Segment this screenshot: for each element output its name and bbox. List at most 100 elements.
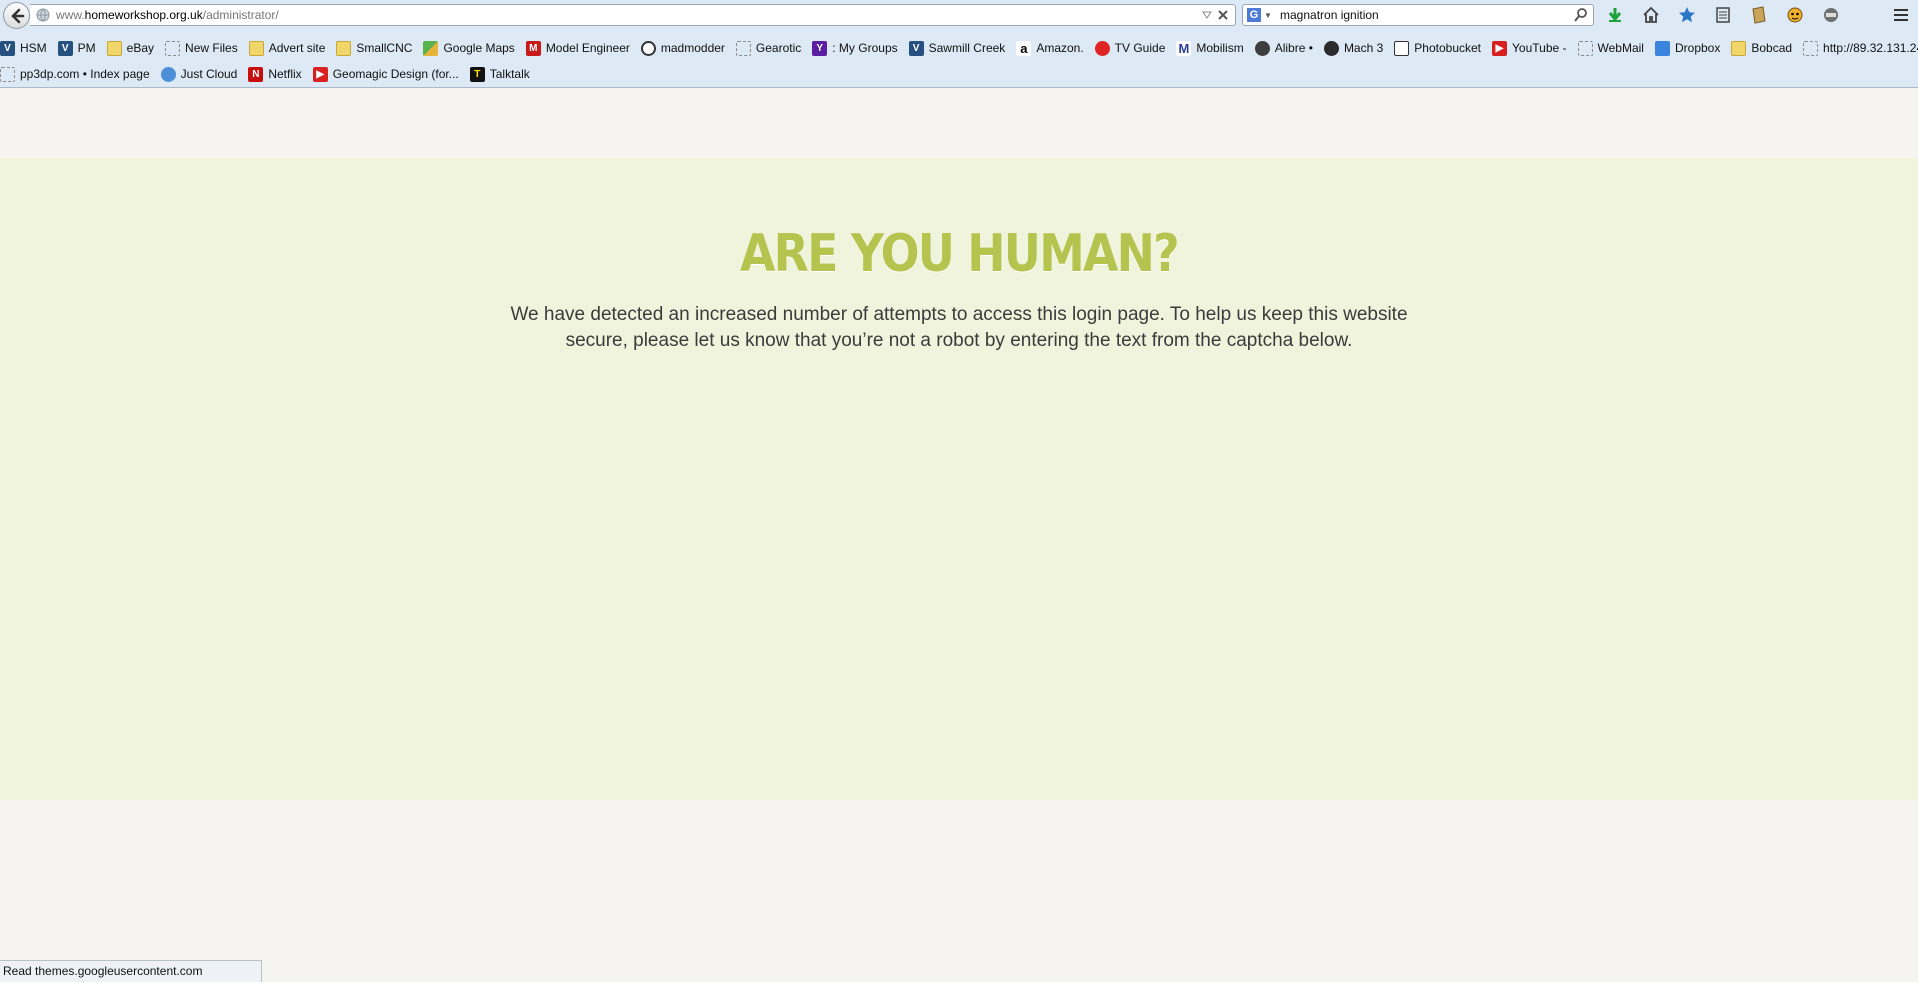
hsm-icon: V — [908, 40, 924, 56]
tv-icon — [1094, 40, 1110, 56]
bookmark-label: New Files — [185, 41, 238, 55]
bookmark-item[interactable]: T Talktalk — [469, 66, 530, 82]
alibre-icon — [1254, 40, 1270, 56]
folder-icon — [336, 40, 352, 56]
drop-icon — [1654, 40, 1670, 56]
bookmark-item[interactable]: V HSM — [0, 40, 47, 56]
bookmark-label: Netflix — [268, 67, 302, 81]
url-path: /administrator/ — [202, 8, 279, 22]
dotted-icon — [0, 66, 15, 82]
google-engine-icon[interactable]: G — [1247, 8, 1261, 22]
cloud-icon — [160, 66, 176, 82]
hamburger-menu-icon[interactable] — [1892, 6, 1910, 24]
bookmark-label: eBay — [126, 41, 155, 55]
extension-icon[interactable] — [1820, 4, 1842, 26]
bookmark-label: Google Maps — [443, 41, 515, 55]
netflix-icon: N — [248, 66, 264, 82]
bookmark-label: WebMail — [1597, 41, 1644, 55]
bookmark-label: http://89.32.131.24/do... — [1823, 41, 1918, 55]
bookmarks-toolbar-row-2: pp3dp.com • Index page Just Cloud N Netflix… — [0, 63, 541, 85]
bookmark-item[interactable]: WebMail — [1577, 40, 1644, 56]
bookmark-item[interactable]: http://89.32.131.24/do... — [1803, 40, 1918, 56]
url-bar[interactable]: www. homeworkshop.org.uk/administrator/ — [30, 4, 1236, 26]
dotted-icon — [735, 40, 751, 56]
home-icon[interactable] — [1640, 4, 1662, 26]
me-icon: M — [525, 40, 541, 56]
toolbar-icons — [1604, 4, 1856, 26]
bookmark-item[interactable]: Google Maps — [423, 40, 515, 56]
captcha-message: We have detected an increased number of … — [510, 304, 1408, 351]
captcha-panel: ARE YOU HUMAN? We have detected an incre… — [0, 158, 1918, 800]
bookmarks-toolbar-row-1: V HSM V PM eBay New Files Advert site SmallCNC G… — [0, 37, 1918, 59]
mad-icon — [640, 40, 656, 56]
bookmark-item[interactable]: Bobcad — [1731, 40, 1793, 56]
page-title: ARE YOU HUMAN? — [740, 224, 1180, 284]
dotted-icon — [1803, 40, 1819, 56]
bookmark-item[interactable]: V PM — [57, 40, 96, 56]
magnifier-icon[interactable] — [1573, 7, 1589, 23]
bookmark-item[interactable]: Mach 3 — [1323, 40, 1384, 56]
bookmark-item[interactable]: madmodder — [640, 40, 725, 56]
yt-icon: ▶ — [312, 66, 328, 82]
reading-list-icon[interactable] — [1712, 4, 1734, 26]
bookmark-label: pp3dp.com • Index page — [20, 67, 150, 81]
bookmark-item[interactable]: Just Cloud — [160, 66, 238, 82]
bookmarks-menu-icon[interactable] — [1748, 4, 1770, 26]
bookmark-item[interactable]: pp3dp.com • Index page — [0, 66, 150, 82]
bookmark-item[interactable]: N Netflix — [248, 66, 302, 82]
back-arrow-icon — [11, 8, 24, 23]
mach-icon — [1323, 40, 1339, 56]
bookmark-label: Just Cloud — [180, 67, 238, 81]
y-icon: Y — [812, 40, 828, 56]
hsm-icon: V — [0, 40, 15, 56]
bookmark-item[interactable]: New Files — [165, 40, 238, 56]
bookmark-label: Geomagic Design (for... — [332, 67, 459, 81]
status-bar: Read themes.googleusercontent.com — [0, 960, 262, 982]
bookmark-item[interactable]: Dropbox — [1654, 40, 1720, 56]
browser-chrome: www. homeworkshop.org.uk/administrator/ G… — [0, 0, 1918, 88]
bookmark-label: HSM — [20, 41, 47, 55]
bookmark-item[interactable]: Y : My Groups — [812, 40, 898, 56]
bookmark-label: Sawmill Creek — [928, 41, 1006, 55]
bookmark-label: Mobilism — [1196, 41, 1244, 55]
bookmark-label: PM — [77, 41, 96, 55]
bookmark-label: TV Guide — [1114, 41, 1166, 55]
bookmark-label: madmodder — [660, 41, 725, 55]
bookmark-label: : My Groups — [832, 41, 898, 55]
addon-icon[interactable] — [1784, 4, 1806, 26]
bookmark-star-icon[interactable] — [1676, 4, 1698, 26]
bookmark-item[interactable]: eBay — [106, 40, 155, 56]
download-icon[interactable] — [1604, 4, 1626, 26]
bookmark-label: Bobcad — [1751, 41, 1793, 55]
bookmark-label: Gearotic — [755, 41, 802, 55]
folder-icon — [248, 40, 264, 56]
bookmark-label: Advert site — [268, 41, 326, 55]
bookmark-item[interactable]: Advert site — [248, 40, 326, 56]
dotted-icon — [165, 40, 181, 56]
bookmark-item[interactable]: ▶ YouTube - — [1492, 40, 1567, 56]
page-content: ARE YOU HUMAN? We have detected an incre… — [0, 88, 1918, 982]
bookmark-item[interactable]: M Model Engineer — [525, 40, 630, 56]
bookmark-item[interactable]: SmallCNC — [336, 40, 412, 56]
search-bar[interactable]: G ▼ magnatron ignition — [1242, 4, 1594, 26]
bookmark-item[interactable]: ▶ Geomagic Design (for... — [312, 66, 459, 82]
folder-icon — [1731, 40, 1747, 56]
bookmark-item[interactable]: Photobucket — [1394, 40, 1481, 56]
engine-dropdown-icon[interactable]: ▼ — [1264, 11, 1272, 20]
bookmark-item[interactable]: V Sawmill Creek — [908, 40, 1006, 56]
bookmark-label: Mach 3 — [1343, 41, 1384, 55]
url-prefix: www. — [56, 8, 85, 22]
dotted-icon — [1577, 40, 1593, 56]
bookmark-item[interactable]: TV Guide — [1094, 40, 1166, 56]
url-domain: homeworkshop.org.uk — [84, 8, 203, 22]
back-button[interactable] — [3, 2, 30, 29]
bookmark-label: Model Engineer — [545, 41, 630, 55]
search-input[interactable]: magnatron ignition — [1280, 8, 1379, 22]
bookmark-item[interactable]: M Mobilism — [1176, 40, 1244, 56]
url-history-dropdown-icon[interactable] — [1201, 9, 1213, 21]
bookmark-item[interactable]: Gearotic — [735, 40, 802, 56]
photo-icon — [1394, 40, 1410, 56]
stop-icon[interactable] — [1215, 7, 1231, 23]
bookmark-item[interactable]: a Amazon. — [1016, 40, 1084, 56]
bookmark-item[interactable]: Alibre • — [1254, 40, 1313, 56]
